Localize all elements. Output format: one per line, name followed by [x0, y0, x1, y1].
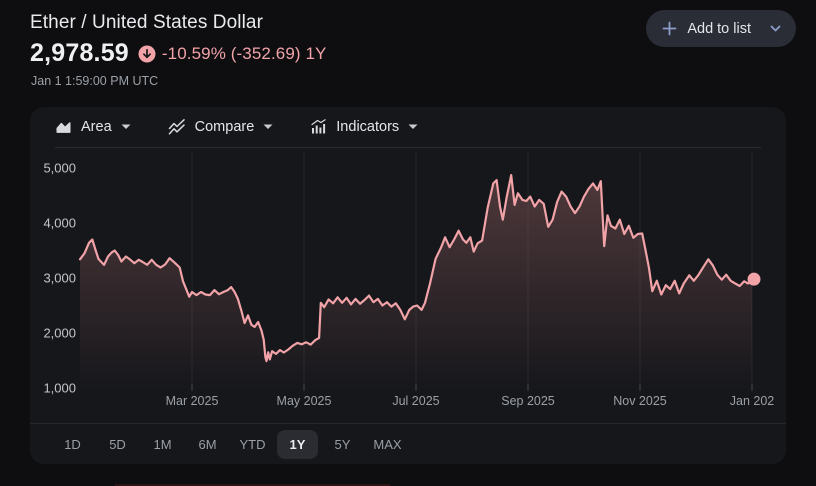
caret-down-icon	[408, 124, 418, 129]
arrow-down-circle-icon	[138, 45, 156, 62]
range-button-5y[interactable]: 5Y	[322, 430, 363, 459]
y-axis-label: 5,000	[43, 161, 76, 176]
indicators-label: Indicators	[336, 119, 400, 135]
range-button-1d[interactable]: 1D	[52, 430, 93, 459]
price-chart[interactable]: Mar 2025 May 2025 Jul 2025 Sep 2025 Nov 2025…	[30, 148, 786, 420]
change-text: -10.59% (-352.69) 1Y	[161, 43, 327, 63]
chart-type-label: Area	[81, 119, 112, 135]
compare-dropdown[interactable]: Compare	[168, 119, 274, 135]
indicators-icon	[311, 119, 326, 134]
x-axis-label: Jul 2025	[392, 394, 439, 408]
add-to-list-label: Add to list	[687, 20, 751, 37]
compare-label: Compare	[194, 119, 255, 135]
x-axis-label: Nov 2025	[613, 394, 667, 408]
price-change: -10.59% (-352.69) 1Y	[138, 44, 327, 64]
caret-down-icon	[770, 25, 781, 32]
caret-down-icon	[263, 124, 273, 129]
caret-down-icon	[121, 124, 131, 129]
x-axis-label: Mar 2025	[166, 394, 219, 408]
range-button-ytd[interactable]: YTD	[232, 430, 273, 459]
current-price: 2,978.59	[30, 39, 129, 67]
x-axis-label: Sep 2025	[501, 394, 555, 408]
page-title: Ether / United States Dollar	[30, 12, 264, 33]
chart-card: Area Compare Indicators Mar 2025 May 202…	[30, 107, 786, 464]
y-axis-label: 3,000	[43, 271, 76, 286]
chart-type-dropdown[interactable]: Area	[55, 119, 131, 136]
y-axis-label: 2,000	[43, 326, 76, 341]
last-price-dot	[747, 272, 761, 286]
time-range-bar: 1D 5D 1M 6M YTD 1Y 5Y MAX	[30, 424, 786, 464]
quote-timestamp: Jan 1 1:59:00 PM UTC	[31, 74, 159, 88]
add-to-list-button[interactable]: Add to list	[646, 10, 796, 47]
y-axis-label: 4,000	[43, 216, 76, 231]
range-button-max[interactable]: MAX	[367, 430, 408, 459]
indicators-dropdown[interactable]: Indicators	[310, 119, 418, 135]
area-chart-icon	[56, 121, 71, 133]
x-axis-label: May 2025	[277, 394, 332, 408]
x-axis-label: Jan 202	[730, 394, 775, 408]
plus-icon	[662, 21, 677, 36]
compare-icon	[168, 119, 185, 135]
range-button-1m[interactable]: 1M	[142, 430, 183, 459]
y-axis-label: 1,000	[43, 381, 76, 396]
finance-quote-page: Ether / United States Dollar 2,978.59 -1…	[0, 0, 816, 486]
chart-toolbar: Area Compare Indicators	[30, 107, 786, 147]
price-row: 2,978.59 -10.59% (-352.69) 1Y	[30, 39, 326, 68]
range-button-6m[interactable]: 6M	[187, 430, 228, 459]
range-button-5d[interactable]: 5D	[97, 430, 138, 459]
range-button-1y[interactable]: 1Y	[277, 429, 318, 459]
